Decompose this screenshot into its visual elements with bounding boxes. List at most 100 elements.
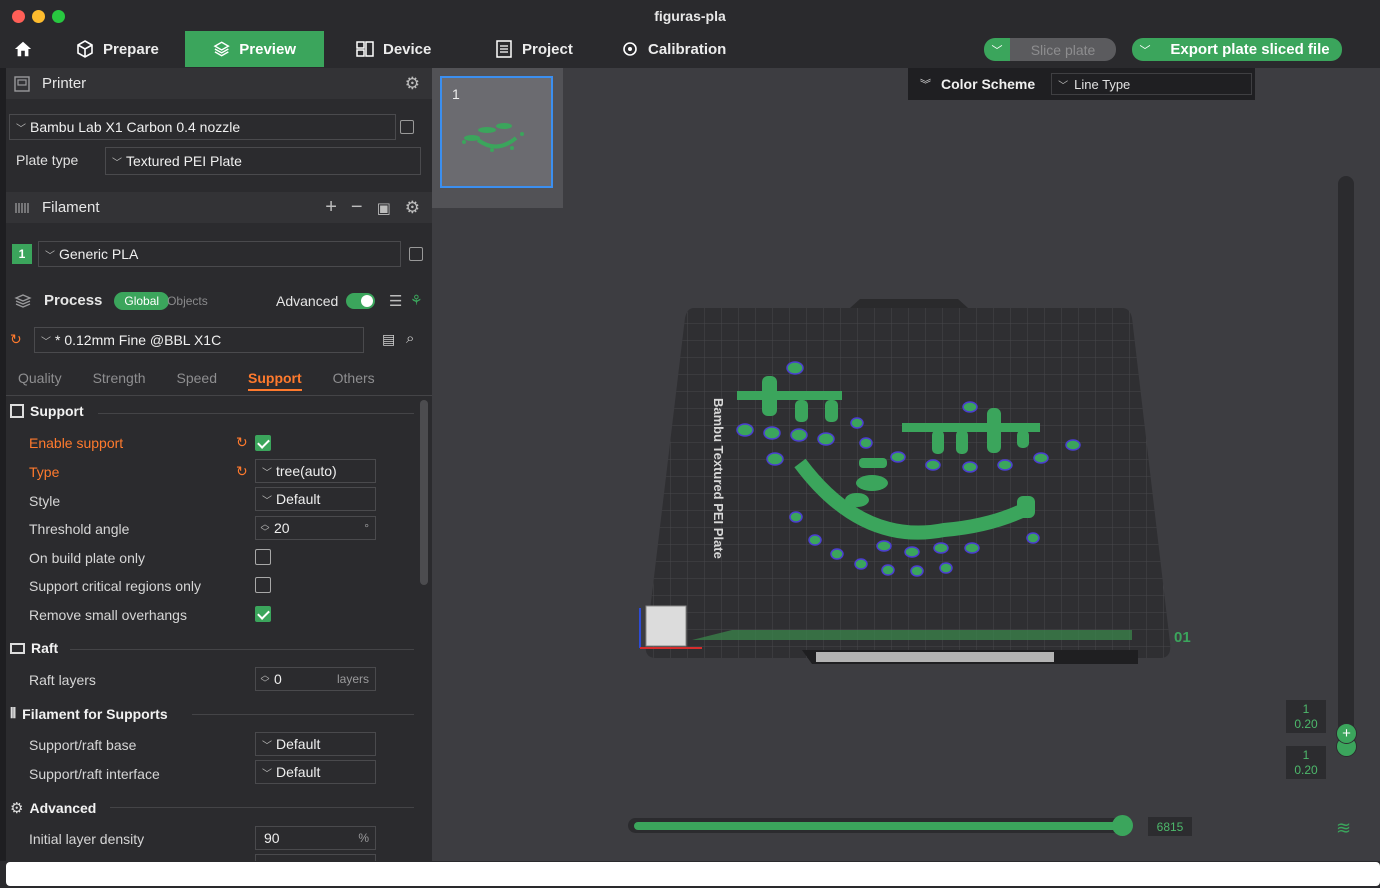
reset-preset-icon[interactable]: ↻ bbox=[10, 331, 22, 348]
moves-slider[interactable] bbox=[628, 818, 1130, 833]
support-base-select[interactable]: ﹀ Default bbox=[255, 732, 376, 756]
initial-layer-density-input[interactable]: 90 % bbox=[255, 826, 376, 850]
remove-overhangs-label: Remove small overhangs bbox=[29, 607, 187, 623]
layer-bottom-height: 0.20 bbox=[1294, 763, 1318, 777]
chevron-down-icon: ﹀ bbox=[112, 157, 122, 169]
objects-toggle[interactable]: Objects bbox=[167, 294, 208, 308]
add-filament-icon[interactable]: + bbox=[325, 196, 337, 219]
plate-type-label: Plate type bbox=[16, 152, 79, 168]
settings-sidebar: Printer ⚙ ﹀ Bambu Lab X1 Carbon 0.4 nozz… bbox=[6, 68, 432, 861]
chevron-down-icon: ﹀ bbox=[41, 336, 51, 348]
raft-layers-unit: layers bbox=[336, 672, 369, 686]
process-tree-icon[interactable]: ⚘ bbox=[410, 292, 423, 309]
tab-calibration-label: Calibration bbox=[648, 40, 727, 58]
global-toggle[interactable]: Global bbox=[114, 291, 170, 310]
advanced-toggle[interactable] bbox=[346, 293, 375, 309]
enable-support-label: Enable support bbox=[29, 435, 124, 451]
support-type-value: tree(auto) bbox=[276, 463, 337, 479]
support-type-label: Type bbox=[29, 464, 60, 480]
tab-calibration[interactable]: Calibration bbox=[621, 31, 726, 67]
layer-top-height: 0.20 bbox=[1294, 717, 1318, 731]
next-setting-input[interactable] bbox=[255, 854, 376, 861]
home-button[interactable] bbox=[14, 31, 32, 67]
chevron-down-icon: ﹀ bbox=[991, 44, 1003, 57]
save-preset-icon[interactable]: ▤ bbox=[382, 331, 395, 348]
spin-arrows-icon[interactable]: ︿ ﹀ bbox=[256, 671, 274, 688]
filament-slot-badge[interactable]: 1 bbox=[12, 244, 32, 264]
spin-arrows-icon[interactable]: ︿ ﹀ bbox=[256, 520, 274, 537]
layers-view-icon[interactable]: ≋ bbox=[1336, 818, 1351, 839]
sidebar-scrollbar[interactable] bbox=[420, 400, 428, 585]
critical-regions-checkbox[interactable] bbox=[255, 577, 271, 593]
slice-dropdown-button[interactable]: ﹀ bbox=[984, 38, 1010, 61]
build-plate-only-checkbox[interactable] bbox=[255, 549, 271, 565]
export-dropdown-button[interactable]: ﹀ bbox=[1132, 38, 1158, 61]
support-style-label: Style bbox=[29, 493, 61, 509]
calibration-icon bbox=[623, 42, 637, 56]
device-icon bbox=[356, 41, 374, 57]
moves-slider-handle[interactable] bbox=[1112, 815, 1133, 836]
filament-select[interactable]: ﹀ Generic PLA bbox=[38, 241, 401, 267]
preview-viewport[interactable]: 1 ︾ Color Scheme ﹀ Line Type Bambu Textu… bbox=[432, 68, 1380, 861]
plate-type-select[interactable]: ﹀ Textured PEI Plate bbox=[105, 147, 421, 175]
filament-supports-group-line bbox=[192, 714, 414, 715]
remove-filament-icon[interactable]: − bbox=[351, 196, 363, 219]
layer-top-readout: 1 0.20 bbox=[1286, 700, 1326, 733]
process-preset-select[interactable]: ﹀ * 0.12mm Fine @BBL X1C bbox=[34, 327, 364, 353]
process-preset-value: * 0.12mm Fine @BBL X1C bbox=[55, 332, 222, 348]
process-layers-icon bbox=[14, 293, 32, 308]
plate-label-text: Bambu Textured PEI Plate bbox=[711, 398, 726, 559]
build-plate-preview: Bambu Textured PEI Plate 01 bbox=[639, 299, 1191, 664]
printer-model-value: Bambu Lab X1 Carbon 0.4 nozzle bbox=[30, 119, 241, 135]
process-header-label: Process bbox=[44, 292, 103, 309]
filament-sync-icon[interactable]: ▣ bbox=[377, 199, 391, 217]
tab-others[interactable]: Others bbox=[333, 370, 375, 391]
support-style-select[interactable]: ﹀ Default bbox=[255, 487, 376, 511]
advanced-group-line bbox=[110, 807, 414, 808]
edit-printer-icon[interactable] bbox=[400, 120, 414, 134]
compare-icon[interactable]: ☰ bbox=[389, 292, 402, 310]
layer-range-slider[interactable] bbox=[1338, 176, 1354, 756]
tab-speed[interactable]: Speed bbox=[177, 370, 217, 391]
tab-project[interactable]: Project bbox=[495, 31, 573, 67]
document-icon bbox=[496, 40, 512, 58]
filament-settings-gear-icon[interactable]: ⚙ bbox=[405, 198, 420, 218]
slice-plate-button[interactable]: Slice plate bbox=[1010, 38, 1116, 61]
process-section-header: Process Global Objects Advanced ☰ ⚘ bbox=[6, 285, 432, 316]
filament-supports-group-title: ⦀ Filament for Supports bbox=[10, 705, 168, 722]
chevron-down-icon: ﹀ bbox=[262, 768, 272, 780]
support-base-label: Support/raft base bbox=[29, 737, 137, 753]
plate-label-strip bbox=[816, 652, 1054, 662]
support-group-line bbox=[98, 413, 414, 414]
search-icon[interactable]: ⌕ bbox=[406, 330, 414, 347]
edit-filament-icon[interactable] bbox=[409, 247, 423, 261]
tab-device-label: Device bbox=[383, 40, 432, 58]
threshold-angle-input[interactable]: ︿ ﹀ 20 ° bbox=[255, 516, 376, 540]
raft-layers-input[interactable]: ︿ ﹀ 0 layers bbox=[255, 667, 376, 691]
reset-enable-support-icon[interactable]: ↻ bbox=[236, 434, 248, 451]
wipe-tower bbox=[645, 605, 687, 647]
export-sliced-file-button[interactable]: Export plate sliced file bbox=[1158, 38, 1342, 61]
support-interface-select[interactable]: ﹀ Default bbox=[255, 760, 376, 784]
support-type-select[interactable]: ﹀ tree(auto) bbox=[255, 459, 376, 483]
printer-select[interactable]: ﹀ Bambu Lab X1 Carbon 0.4 nozzle bbox=[9, 114, 396, 140]
raft-icon bbox=[10, 642, 25, 654]
tab-preview[interactable]: Preview bbox=[185, 31, 324, 67]
initial-layer-density-label: Initial layer density bbox=[29, 831, 145, 847]
add-icon: + bbox=[1342, 725, 1351, 742]
reset-support-type-icon[interactable]: ↻ bbox=[236, 463, 248, 480]
raft-group-line bbox=[70, 649, 414, 650]
cube-icon bbox=[77, 40, 93, 58]
tab-support[interactable]: Support bbox=[248, 370, 302, 391]
chevron-down-icon: ﹀ bbox=[16, 123, 26, 135]
enable-support-checkbox[interactable] bbox=[255, 435, 271, 451]
tab-prepare[interactable]: Prepare bbox=[76, 31, 159, 67]
printer-settings-gear-icon[interactable]: ⚙ bbox=[405, 74, 420, 94]
raft-group-title: Raft bbox=[10, 640, 58, 656]
tab-device[interactable]: Device bbox=[356, 31, 431, 67]
raft-group-label: Raft bbox=[31, 640, 59, 656]
remove-overhangs-checkbox[interactable] bbox=[255, 606, 271, 622]
layer-top-handle[interactable]: + bbox=[1336, 723, 1357, 744]
tab-quality[interactable]: Quality bbox=[18, 370, 62, 391]
tab-strength[interactable]: Strength bbox=[93, 370, 146, 391]
